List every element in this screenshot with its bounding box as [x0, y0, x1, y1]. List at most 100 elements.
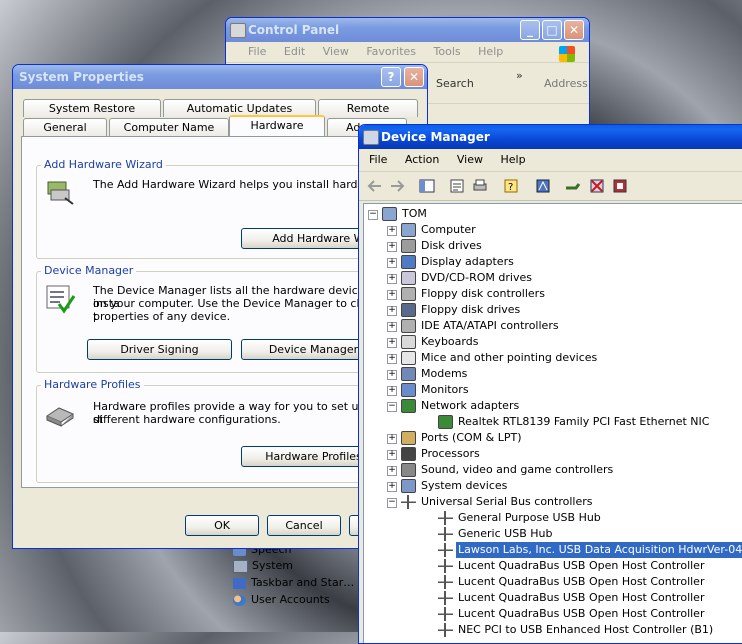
tree-row-label: Lawson Labs, Inc. USB Data Acquisition H…: [456, 542, 742, 558]
search-button[interactable]: Search: [436, 77, 474, 90]
menu-favorites[interactable]: Favorites: [366, 45, 416, 58]
expand-icon[interactable]: +: [387, 370, 397, 380]
maximize-icon[interactable]: □: [542, 20, 562, 40]
menu-edit[interactable]: Edit: [284, 45, 305, 58]
tree-row[interactable]: Lucent QuadraBus USB Open Host Controlle…: [364, 558, 742, 574]
expand-icon[interactable]: +: [387, 482, 397, 492]
device-manager-titlebar[interactable]: Device Manager: [359, 125, 742, 149]
tab-remote[interactable]: Remote: [318, 99, 418, 117]
device-tree[interactable]: − TOM + Computer + Disk drives + Display adapte…: [363, 203, 742, 643]
expand-icon[interactable]: +: [387, 338, 397, 348]
close-icon[interactable]: ✕: [564, 20, 584, 40]
tree-row[interactable]: − Network adapters: [364, 398, 742, 414]
menu-file[interactable]: File: [369, 153, 387, 166]
tree-row[interactable]: + Modems: [364, 366, 742, 382]
tree-row[interactable]: General Purpose USB Hub: [364, 510, 742, 526]
tab-hardware[interactable]: Hardware: [229, 115, 325, 136]
controller-icon: [401, 287, 416, 301]
tree-row[interactable]: − Universal Serial Bus controllers: [364, 494, 742, 510]
expand-icon[interactable]: +: [387, 226, 397, 236]
device-manager-window[interactable]: Device Manager File Action View Help ? −…: [358, 124, 742, 644]
tree-row[interactable]: Lucent QuadraBus USB Open Host Controlle…: [364, 574, 742, 590]
tree-row[interactable]: + Processors: [364, 446, 742, 462]
menu-action[interactable]: Action: [405, 153, 439, 166]
close-icon[interactable]: ✕: [404, 67, 424, 87]
expand-icon[interactable]: +: [387, 450, 397, 460]
tree-row-label: IDE ATA/ATAPI controllers: [421, 319, 559, 332]
add-hardware-wizard-heading: Add Hardware Wizard: [41, 158, 166, 171]
tree-row[interactable]: + Keyboards: [364, 334, 742, 350]
expand-icon[interactable]: +: [387, 434, 397, 444]
ok-button[interactable]: OK: [185, 515, 259, 536]
tree-row[interactable]: + Disk drives: [364, 238, 742, 254]
tree-row-label: Monitors: [421, 383, 469, 396]
collapse-icon[interactable]: −: [387, 402, 397, 412]
expand-icon[interactable]: +: [387, 242, 397, 252]
tree-row[interactable]: + Floppy disk controllers: [364, 286, 742, 302]
display-icon: [401, 255, 416, 269]
update-driver-icon[interactable]: [565, 178, 581, 194]
help-icon[interactable]: ?: [381, 67, 401, 87]
tree-row[interactable]: − TOM: [364, 206, 742, 222]
disk-drive-icon: [401, 239, 416, 253]
expand-icon[interactable]: +: [387, 322, 397, 332]
port-icon: [401, 431, 416, 445]
expand-icon[interactable]: +: [387, 466, 397, 476]
expand-icon[interactable]: +: [387, 258, 397, 268]
driver-signing-button[interactable]: Driver Signing: [87, 339, 232, 360]
toolbar-more-chevron-icon[interactable]: »: [516, 69, 523, 82]
disable-device-icon[interactable]: [612, 178, 628, 194]
expand-icon[interactable]: +: [387, 290, 397, 300]
tree-row[interactable]: Generic USB Hub: [364, 526, 742, 542]
print-icon[interactable]: [472, 178, 488, 194]
tree-row[interactable]: Realtek RTL8139 Family PCI Fast Ethernet…: [364, 414, 742, 430]
tree-row[interactable]: + Computer: [364, 222, 742, 238]
cancel-button[interactable]: Cancel: [267, 515, 341, 536]
minimize-icon[interactable]: _: [520, 20, 540, 40]
forward-arrow-icon[interactable]: [389, 178, 405, 194]
tree-row-label: Floppy disk drives: [421, 303, 521, 316]
tree-row[interactable]: Lawson Labs, Inc. USB Data Acquisition H…: [364, 542, 742, 558]
menu-tools[interactable]: Tools: [434, 45, 461, 58]
cp-item-taskbar[interactable]: Taskbar and Star…: [233, 576, 354, 589]
tree-row[interactable]: Lucent QuadraBus USB Open Host Controlle…: [364, 606, 742, 622]
tree-row[interactable]: + Mice and other pointing devices: [364, 350, 742, 366]
menu-file[interactable]: File: [248, 45, 266, 58]
collapse-icon[interactable]: −: [387, 498, 397, 508]
show-hide-tree-icon[interactable]: [419, 178, 435, 194]
tree-row[interactable]: + System devices: [364, 478, 742, 494]
expand-icon[interactable]: +: [387, 306, 397, 316]
cp-item-user-accounts[interactable]: User Accounts: [233, 593, 330, 606]
menu-help[interactable]: Help: [500, 153, 525, 166]
collapse-icon[interactable]: −: [368, 210, 378, 220]
menu-help[interactable]: Help: [478, 45, 503, 58]
system-properties-titlebar[interactable]: System Properties ? ✕: [13, 65, 427, 89]
tab-computer-name[interactable]: Computer Name: [109, 118, 229, 136]
tree-row[interactable]: Lucent QuadraBus USB Open Host Controlle…: [364, 590, 742, 606]
tree-row[interactable]: + Floppy disk drives: [364, 302, 742, 318]
tree-row[interactable]: NEC PCI to USB Enhanced Host Controller …: [364, 622, 742, 638]
tree-row[interactable]: + Ports (COM & LPT): [364, 430, 742, 446]
properties-icon[interactable]: [449, 178, 465, 194]
tree-row[interactable]: + Sound, video and game controllers: [364, 462, 742, 478]
tab-general[interactable]: General: [23, 118, 107, 136]
tab-system-restore[interactable]: System Restore: [23, 99, 161, 117]
add-hardware-wizard-text: The Add Hardware Wizard helps you instal…: [93, 178, 388, 191]
back-arrow-icon[interactable]: [367, 178, 383, 194]
expand-icon[interactable]: +: [387, 274, 397, 284]
control-panel-titlebar[interactable]: Control Panel _ □ ✕: [226, 18, 589, 42]
tree-row[interactable]: + Monitors: [364, 382, 742, 398]
menu-view[interactable]: View: [323, 45, 349, 58]
tree-row[interactable]: + Display adapters: [364, 254, 742, 270]
usb-icon: [438, 591, 453, 605]
expand-icon[interactable]: +: [387, 354, 397, 364]
tree-row[interactable]: + DVD/CD-ROM drives: [364, 270, 742, 286]
uninstall-icon[interactable]: [589, 178, 605, 194]
help-icon[interactable]: ?: [503, 178, 519, 194]
cp-item-system[interactable]: System: [233, 559, 293, 573]
tree-row[interactable]: + IDE ATA/ATAPI controllers: [364, 318, 742, 334]
scan-hardware-icon[interactable]: [535, 178, 551, 194]
hardware-profiles-icon: [45, 407, 75, 427]
expand-icon[interactable]: +: [387, 386, 397, 396]
menu-view[interactable]: View: [457, 153, 483, 166]
